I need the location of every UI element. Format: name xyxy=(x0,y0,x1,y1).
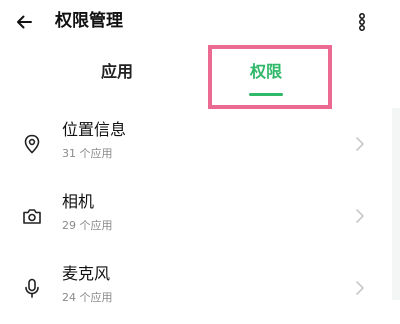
more-vertical-icon xyxy=(359,13,365,31)
active-tab-indicator xyxy=(249,93,283,96)
permission-title: 位置信息 xyxy=(62,120,127,139)
camera-icon xyxy=(18,202,46,230)
permission-row-location[interactable]: 位置信息 31 个应用 xyxy=(0,108,392,180)
permission-row-microphone[interactable]: 麦克风 24 个应用 xyxy=(0,252,392,324)
chevron-right-icon xyxy=(350,206,370,226)
permission-app-count: 24 个应用 xyxy=(62,291,113,304)
page-title: 权限管理 xyxy=(55,11,123,31)
tab-permissions[interactable]: 权限 xyxy=(228,58,304,98)
app-header: 权限管理 xyxy=(0,0,400,44)
tab-bar: 应用 权限 xyxy=(0,44,400,108)
more-options-button[interactable] xyxy=(348,6,376,38)
permission-app-count: 29 个应用 xyxy=(62,219,113,232)
permission-row-camera[interactable]: 相机 29 个应用 xyxy=(0,180,392,252)
scroll-edge xyxy=(392,108,400,300)
chevron-right-icon xyxy=(350,134,370,154)
tab-apps[interactable]: 应用 xyxy=(82,58,152,98)
back-button[interactable] xyxy=(8,6,40,38)
location-pin-icon xyxy=(18,130,46,158)
permission-app-count: 31 个应用 xyxy=(62,147,113,160)
arrow-left-icon xyxy=(17,15,32,29)
permission-title: 麦克风 xyxy=(62,264,111,283)
permission-title: 相机 xyxy=(62,192,95,211)
microphone-icon xyxy=(18,274,46,302)
chevron-right-icon xyxy=(350,278,370,298)
